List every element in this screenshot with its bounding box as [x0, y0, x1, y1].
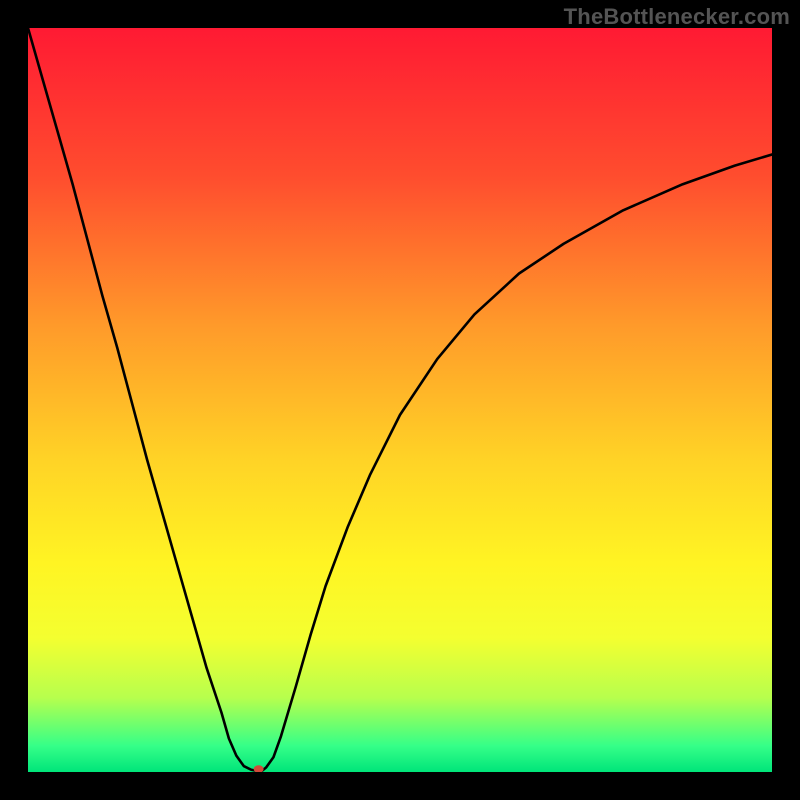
- chart-frame: TheBottleneсker.com: [0, 0, 800, 800]
- chart-background: [28, 28, 772, 772]
- watermark-text: TheBottleneсker.com: [564, 4, 790, 30]
- bottleneck-chart: [28, 28, 772, 772]
